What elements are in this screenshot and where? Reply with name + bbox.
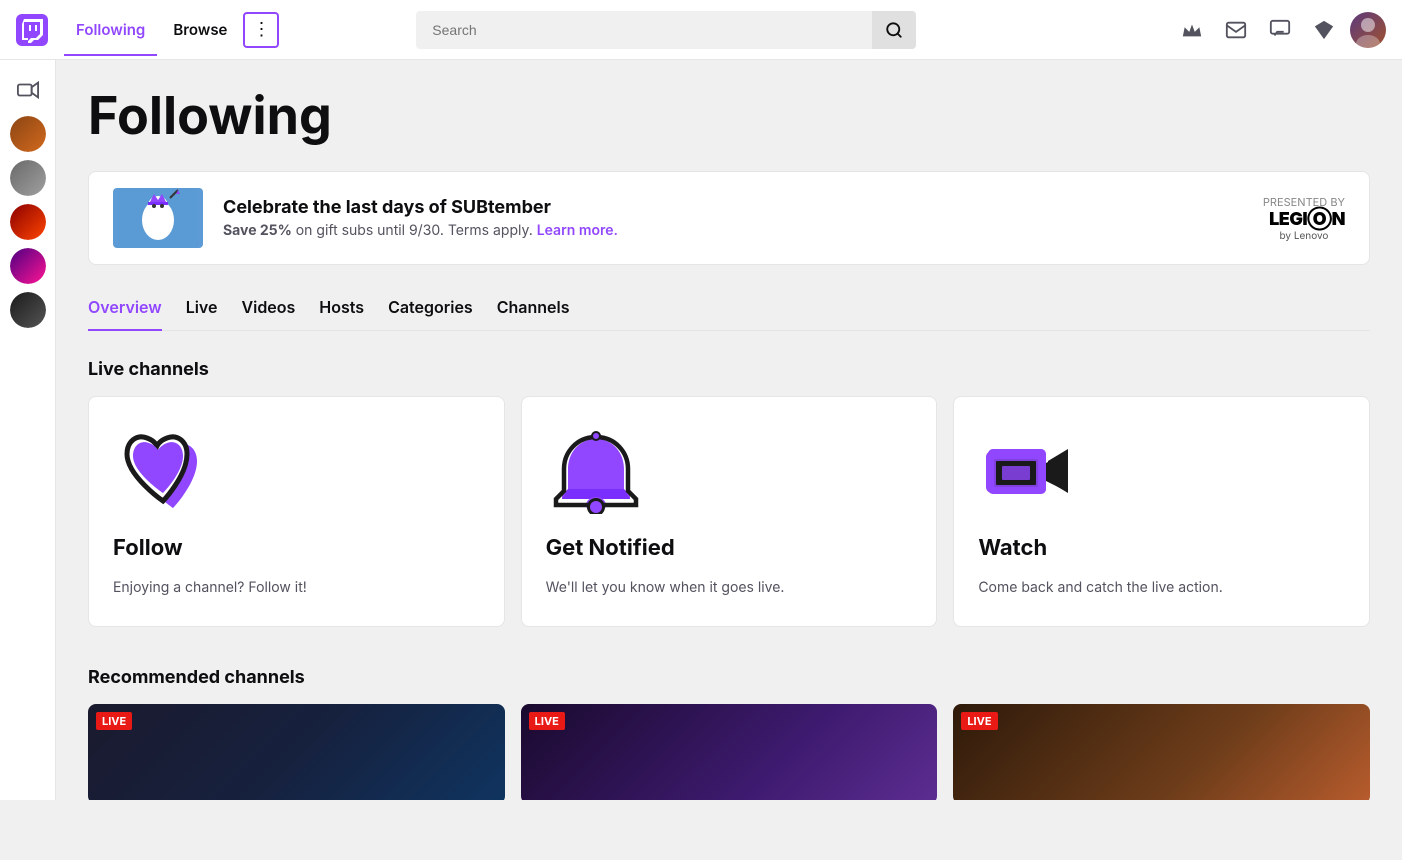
user-avatar[interactable]	[1350, 12, 1386, 48]
nav-more-button[interactable]: ⋮	[243, 12, 279, 48]
sidebar-avatar-1[interactable]	[10, 116, 46, 152]
live-badge-1: LIVE	[96, 712, 132, 730]
camera-icon	[978, 429, 1078, 519]
promo-banner: Celebrate the last days of SUBtember Sav…	[88, 171, 1370, 265]
nav-right	[1174, 12, 1386, 48]
sidebar-video-icon-button[interactable]	[10, 72, 46, 108]
recommended-title: Recommended channels	[88, 667, 1370, 688]
live-card-1[interactable]: LIVE	[88, 704, 505, 800]
follow-card: Follow Enjoying a channel? Follow it!	[88, 396, 505, 627]
sidebar-avatar-3[interactable]	[10, 204, 46, 240]
live-card-2[interactable]: LIVE	[521, 704, 938, 800]
tab-videos[interactable]: Videos	[241, 297, 295, 331]
chat-icon	[1269, 19, 1291, 41]
tab-hosts[interactable]: Hosts	[319, 297, 364, 331]
gem-icon-button[interactable]	[1306, 12, 1342, 48]
search-bar	[416, 11, 916, 49]
search-icon	[885, 21, 903, 39]
search-input[interactable]	[416, 22, 872, 38]
promo-heading: Celebrate the last days of SUBtember	[223, 197, 1243, 218]
notified-card-title: Get Notified	[546, 535, 913, 561]
notified-card: Get Notified We'll let you know when it …	[521, 396, 938, 627]
nav-links: Following Browse ⋮	[64, 12, 279, 48]
crown-icon	[1181, 19, 1203, 41]
chat-icon-button[interactable]	[1262, 12, 1298, 48]
notified-card-desc: We'll let you know when it goes live.	[546, 577, 913, 598]
sidebar-avatar-5[interactable]	[10, 292, 46, 328]
nav-browse[interactable]: Browse	[161, 12, 239, 47]
watch-card-desc: Come back and catch the live action.	[978, 577, 1345, 598]
tabs: Overview Live Videos Hosts Categories Ch…	[88, 297, 1370, 331]
sidebar-avatar-2[interactable]	[10, 160, 46, 196]
crown-icon-button[interactable]	[1174, 12, 1210, 48]
follow-icon	[113, 429, 213, 519]
main-content: Following Celebrate the last days of SUB…	[56, 60, 1402, 800]
follow-card-title: Follow	[113, 535, 480, 561]
live-channels-title: Live channels	[88, 359, 1370, 380]
bell-icon	[546, 429, 646, 519]
nav-following[interactable]: Following	[64, 12, 157, 47]
tab-channels[interactable]: Channels	[497, 297, 570, 331]
mail-icon	[1225, 19, 1247, 41]
live-row: LIVE LIVE LIVE	[88, 704, 1370, 800]
watch-card-title: Watch	[978, 535, 1345, 561]
page-title: Following	[88, 84, 1370, 147]
tab-live[interactable]: Live	[186, 297, 218, 331]
twitch-logo[interactable]	[16, 14, 48, 46]
sidebar	[0, 60, 56, 800]
live-channels-cards: Follow Enjoying a channel? Follow it!	[88, 396, 1370, 627]
promo-learn-more-link[interactable]: Learn more.	[537, 222, 618, 239]
promo-text: Celebrate the last days of SUBtember Sav…	[223, 197, 1243, 239]
promo-image	[113, 188, 203, 248]
live-badge-3: LIVE	[961, 712, 997, 730]
tab-overview[interactable]: Overview	[88, 297, 162, 331]
live-badge-2: LIVE	[529, 712, 565, 730]
search-button[interactable]	[872, 11, 916, 49]
promo-sponsor: PRESENTED BY LEGIⓄN by Lenovo	[1263, 195, 1345, 242]
follow-card-desc: Enjoying a channel? Follow it!	[113, 577, 480, 598]
live-card-3[interactable]: LIVE	[953, 704, 1370, 800]
promo-body: Save 25% on gift subs until 9/30. Terms …	[223, 222, 1243, 239]
sidebar-avatar-4[interactable]	[10, 248, 46, 284]
gem-icon	[1313, 19, 1335, 41]
mail-icon-button[interactable]	[1218, 12, 1254, 48]
video-camera-icon	[17, 79, 39, 101]
watch-card: Watch Come back and catch the live actio…	[953, 396, 1370, 627]
tab-categories[interactable]: Categories	[388, 297, 473, 331]
